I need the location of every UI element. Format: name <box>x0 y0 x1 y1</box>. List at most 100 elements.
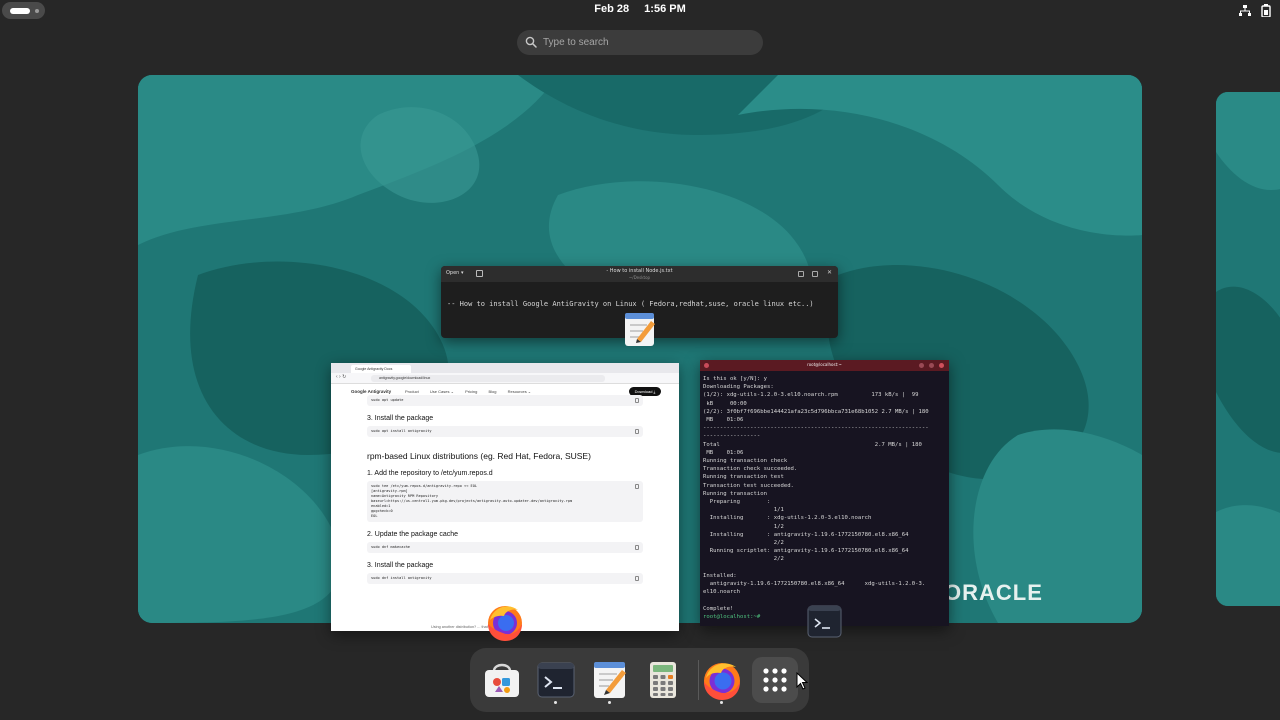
site-menu: Product Use Cases ⌄ Pricing Blog Resourc… <box>405 389 541 394</box>
terminal-line: 1/2 <box>703 523 784 530</box>
copy-icon[interactable] <box>635 484 639 489</box>
site-menu-item[interactable]: Use Cases ⌄ <box>430 389 454 394</box>
mouse-cursor-icon <box>796 672 808 690</box>
terminal-headerbar: root@localhost:~ <box>700 360 949 371</box>
site-menu-item[interactable]: Pricing <box>465 389 477 394</box>
terminal-line: ----------------- <box>703 433 761 440</box>
terminal-line: MB 01:06 <box>703 449 744 456</box>
firefox-window[interactable]: Google Antigravity Docs ‹ › ↻ antigravit… <box>331 363 679 631</box>
terminal-line: 2/2 <box>703 556 784 563</box>
clock-date: Feb 28 <box>594 3 630 15</box>
code-block[interactable]: sudo dnf makecache <box>367 542 643 553</box>
code-text: sudo dnf install antigravity <box>371 576 432 580</box>
terminal-title: root@localhost:~ <box>807 362 842 367</box>
save-icon[interactable] <box>798 271 804 277</box>
terminal-line: antigravity-1.19.6-1772150780.el8.x86_64… <box>703 581 926 588</box>
text-editor-icon <box>594 662 626 698</box>
terminal-output[interactable]: Is this ok [y/N]: y Downloading Packages:… <box>703 375 929 621</box>
terminal-line: MB 01:06 <box>703 417 744 424</box>
menu-icon[interactable] <box>919 363 924 368</box>
close-icon[interactable]: ✕ <box>827 269 832 276</box>
top-bar: Feb 28 1:56 PM <box>0 0 1280 22</box>
battery-icon[interactable] <box>1260 4 1272 17</box>
site-brand[interactable]: Google Antigravity <box>351 389 391 394</box>
show-apps-button[interactable] <box>752 657 798 703</box>
close-icon[interactable] <box>939 363 944 368</box>
terminal-line: ----------------------------------------… <box>703 425 929 432</box>
terminal-line: 1/1 <box>703 507 784 514</box>
clock-time: 1:56 PM <box>644 3 686 15</box>
terminal-line: Installed: <box>703 572 737 579</box>
text-editor-icon <box>625 313 655 346</box>
workspace-next[interactable] <box>1216 92 1280 606</box>
search-icon <box>525 36 537 48</box>
terminal-icon <box>807 605 842 638</box>
terminal-line: Transaction test succeeded. <box>703 482 794 489</box>
menu-icon[interactable] <box>812 271 818 277</box>
terminal-line: kB 00:00 <box>703 400 747 407</box>
copy-icon[interactable] <box>635 398 639 403</box>
editor-subtitle: ~/Desktop <box>628 275 651 280</box>
code-block[interactable]: sudo tee /etc/yum.repos.d/antigravity.re… <box>367 481 643 522</box>
copy-icon[interactable] <box>635 545 639 550</box>
terminal-line: Running transaction test <box>703 474 784 481</box>
address-input[interactable]: antigravity.google/download/linux <box>371 375 605 382</box>
terminal-line: Transaction check succeeded. <box>703 466 798 473</box>
gnome-overview: Feb 28 1:56 PM Type to search ORACLE Ope… <box>0 0 1280 720</box>
terminal-line: Preparing : <box>703 499 771 506</box>
running-indicator <box>720 701 723 704</box>
editor-title: - How to install Node.js.txt <box>606 268 673 274</box>
terminal-line: el10.noarch <box>703 589 741 596</box>
app-grid-icon <box>763 668 787 692</box>
terminal-line: (2/2): 3f0bf7f696bbe144421afa23c5d796bbc… <box>703 408 929 415</box>
terminal-window[interactable]: root@localhost:~ Is this ok [y/N]: y Down… <box>700 360 949 626</box>
code-text: sudo tee /etc/yum.repos.d/antigravity.re… <box>371 484 573 518</box>
tab-bar: Google Antigravity Docs <box>331 363 679 373</box>
editor-text[interactable]: -- How to install Google AntiGravity on … <box>447 300 814 308</box>
wallpaper-oracle-logo: ORACLE <box>944 580 1043 605</box>
copy-icon[interactable] <box>635 429 639 434</box>
code-text: sudo apt update <box>371 398 404 402</box>
code-text: sudo apt install antigravity <box>371 429 432 433</box>
step-heading: 2. Update the package cache <box>367 531 459 538</box>
code-block[interactable]: sudo apt install antigravity <box>367 426 643 437</box>
step-heading: 3. Install the package <box>367 562 434 569</box>
terminal-line: Running transaction check <box>703 458 788 465</box>
site-menu-item[interactable]: Blog <box>488 389 496 394</box>
site-menu-item[interactable]: Resources ⌄ <box>508 389 532 394</box>
terminal-line: Running transaction <box>703 490 767 497</box>
wallpaper-next <box>1216 92 1280 606</box>
terminal-line: Running scriptlet: antigravity-1.19.6-17… <box>703 548 909 555</box>
running-indicator <box>554 701 557 704</box>
dash-firefox[interactable] <box>699 657 745 703</box>
dash-terminal[interactable] <box>533 657 579 703</box>
url-bar: ‹ › ↻ antigravity.google/download/linux <box>331 373 679 384</box>
clock-button[interactable]: Feb 28 1:56 PM <box>0 3 1280 15</box>
docs-content: sudo apt update 3. Install the package sud… <box>367 395 643 584</box>
code-block[interactable]: sudo dnf install antigravity <box>367 573 643 584</box>
firefox-icon <box>704 663 740 700</box>
dash-calculator[interactable] <box>640 657 686 703</box>
terminal-line: Installing : antigravity-1.19.6-17721507… <box>703 531 909 538</box>
dash-text-editor[interactable] <box>587 657 633 703</box>
dash-software-center[interactable] <box>479 657 525 703</box>
section-heading: rpm-based Linux distributions (eg. Red H… <box>367 451 591 461</box>
search-field[interactable] <box>517 30 763 55</box>
search-input[interactable] <box>543 33 753 52</box>
software-store-icon <box>485 663 519 697</box>
browser-tab[interactable]: Google Antigravity Docs <box>351 365 411 373</box>
code-text: sudo dnf makecache <box>371 545 410 549</box>
copy-icon[interactable] <box>635 576 639 581</box>
site-menu-item[interactable]: Product <box>405 389 419 394</box>
code-block[interactable]: sudo apt update <box>367 395 643 406</box>
firefox-icon <box>488 606 522 641</box>
network-wired-icon[interactable] <box>1239 4 1251 17</box>
step-heading: 3. Install the package <box>367 415 434 422</box>
maximize-icon[interactable] <box>929 363 934 368</box>
nav-buttons[interactable]: ‹ › ↻ <box>336 374 346 380</box>
running-indicator <box>608 701 611 704</box>
terminal-line: 2/2 <box>703 540 784 547</box>
step-heading: 1. Add the repository to /etc/yum.repos.… <box>367 470 493 477</box>
